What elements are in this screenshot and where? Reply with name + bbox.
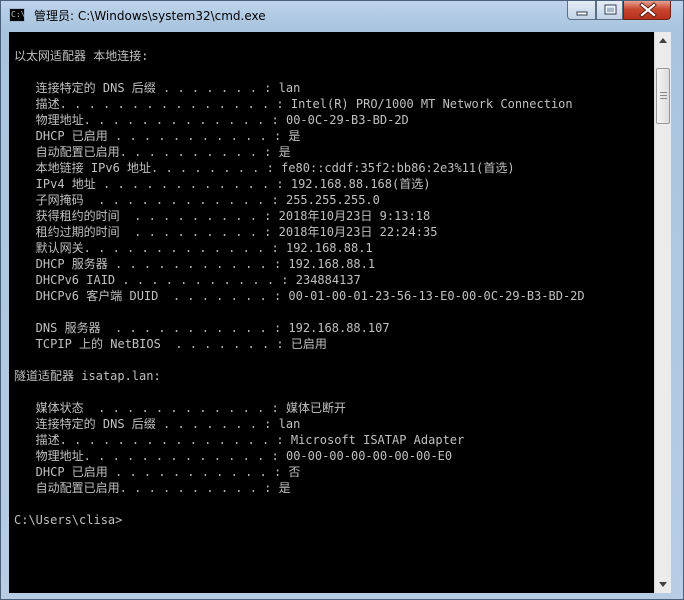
console-line: 描述. . . . . . . . . . . . . . . : Intel(… — [14, 97, 573, 111]
cmd-app-icon[interactable]: C:\ — [9, 8, 25, 22]
console-line: 租约过期的时间 . . . . . . . . . : 2018年10月23日 … — [14, 225, 438, 239]
console-line: TCPIP 上的 NetBIOS . . . . . . . : 已启用 — [14, 337, 327, 351]
console-line: 连接特定的 DNS 后缀 . . . . . . . : lan — [14, 417, 301, 431]
console-line: 默认网关. . . . . . . . . . . . . : 192.168.… — [14, 241, 373, 255]
console-line: 子网掩码 . . . . . . . . . . . . : 255.255.2… — [14, 193, 380, 207]
console-line: DNS 服务器 . . . . . . . . . . . : 192.168.… — [14, 321, 390, 335]
console-line: 隧道适配器 isatap.lan: — [14, 369, 161, 383]
console-line: DHCP 已启用 . . . . . . . . . . . : 否 — [14, 465, 301, 479]
console-line: DHCP 服务器 . . . . . . . . . . . : 192.168… — [14, 257, 376, 271]
console-line: 物理地址. . . . . . . . . . . . . : 00-00-00… — [14, 449, 453, 463]
window-title: 管理员: C:\Windows\system32\cmd.exe — [34, 9, 266, 23]
scroll-down-button[interactable] — [655, 576, 671, 593]
console-line: DHCP 已启用 . . . . . . . . . . . : 是 — [14, 129, 301, 143]
console-line: DHCPv6 客户端 DUID . . . . . . . : 00-01-00… — [14, 289, 585, 303]
console-line: 描述. . . . . . . . . . . . . . . : Micros… — [14, 433, 465, 447]
command-prompt: C:\Users\clisa> — [14, 513, 123, 527]
vertical-scrollbar[interactable] — [654, 32, 671, 593]
thumb-grip — [660, 95, 667, 96]
console-line: 本地链接 IPv6 地址. . . . . . . . : fe80::cddf… — [14, 161, 515, 175]
console-line: 获得租约的时间 . . . . . . . . . : 2018年10月23日 … — [14, 209, 431, 223]
console-line: 自动配置已启用. . . . . . . . . . : 是 — [14, 481, 291, 495]
minimize-button[interactable] — [567, 1, 596, 20]
console-line: 物理地址. . . . . . . . . . . . . : 00-0C-29… — [14, 113, 409, 127]
console-line: 自动配置已启用. . . . . . . . . . : 是 — [14, 145, 291, 159]
minimize-icon — [576, 11, 588, 16]
title-bar[interactable]: C:\ 管理员: C:\Windows\system32\cmd.exe — [1, 1, 683, 31]
console-output[interactable]: 以太网适配器 本地连接: 连接特定的 DNS 后缀 . . . . . . . … — [9, 32, 654, 593]
maximize-button[interactable] — [596, 1, 623, 20]
maximize-icon — [604, 4, 617, 15]
thumb-grip — [660, 98, 667, 99]
console-line: 连接特定的 DNS 后缀 . . . . . . . : lan — [14, 81, 301, 95]
cmd-window: C:\ 管理员: C:\Windows\system32\cmd.exe 以太网… — [0, 0, 684, 600]
close-button[interactable] — [623, 1, 671, 20]
scroll-thumb[interactable] — [656, 68, 670, 124]
console-line: 以太网适配器 本地连接: — [14, 49, 149, 63]
close-icon — [639, 2, 657, 18]
scroll-up-arrow-icon — [659, 38, 667, 43]
console-line: IPv4 地址 . . . . . . . . . . . . : 192.16… — [14, 177, 431, 191]
scroll-up-button[interactable] — [655, 32, 671, 49]
thumb-grip — [660, 92, 667, 93]
console-line: 媒体状态 . . . . . . . . . . . . : 媒体已断开 — [14, 401, 346, 415]
scroll-down-arrow-icon — [659, 582, 667, 587]
console-line: DHCPv6 IAID . . . . . . . . . . . : 2348… — [14, 273, 361, 287]
